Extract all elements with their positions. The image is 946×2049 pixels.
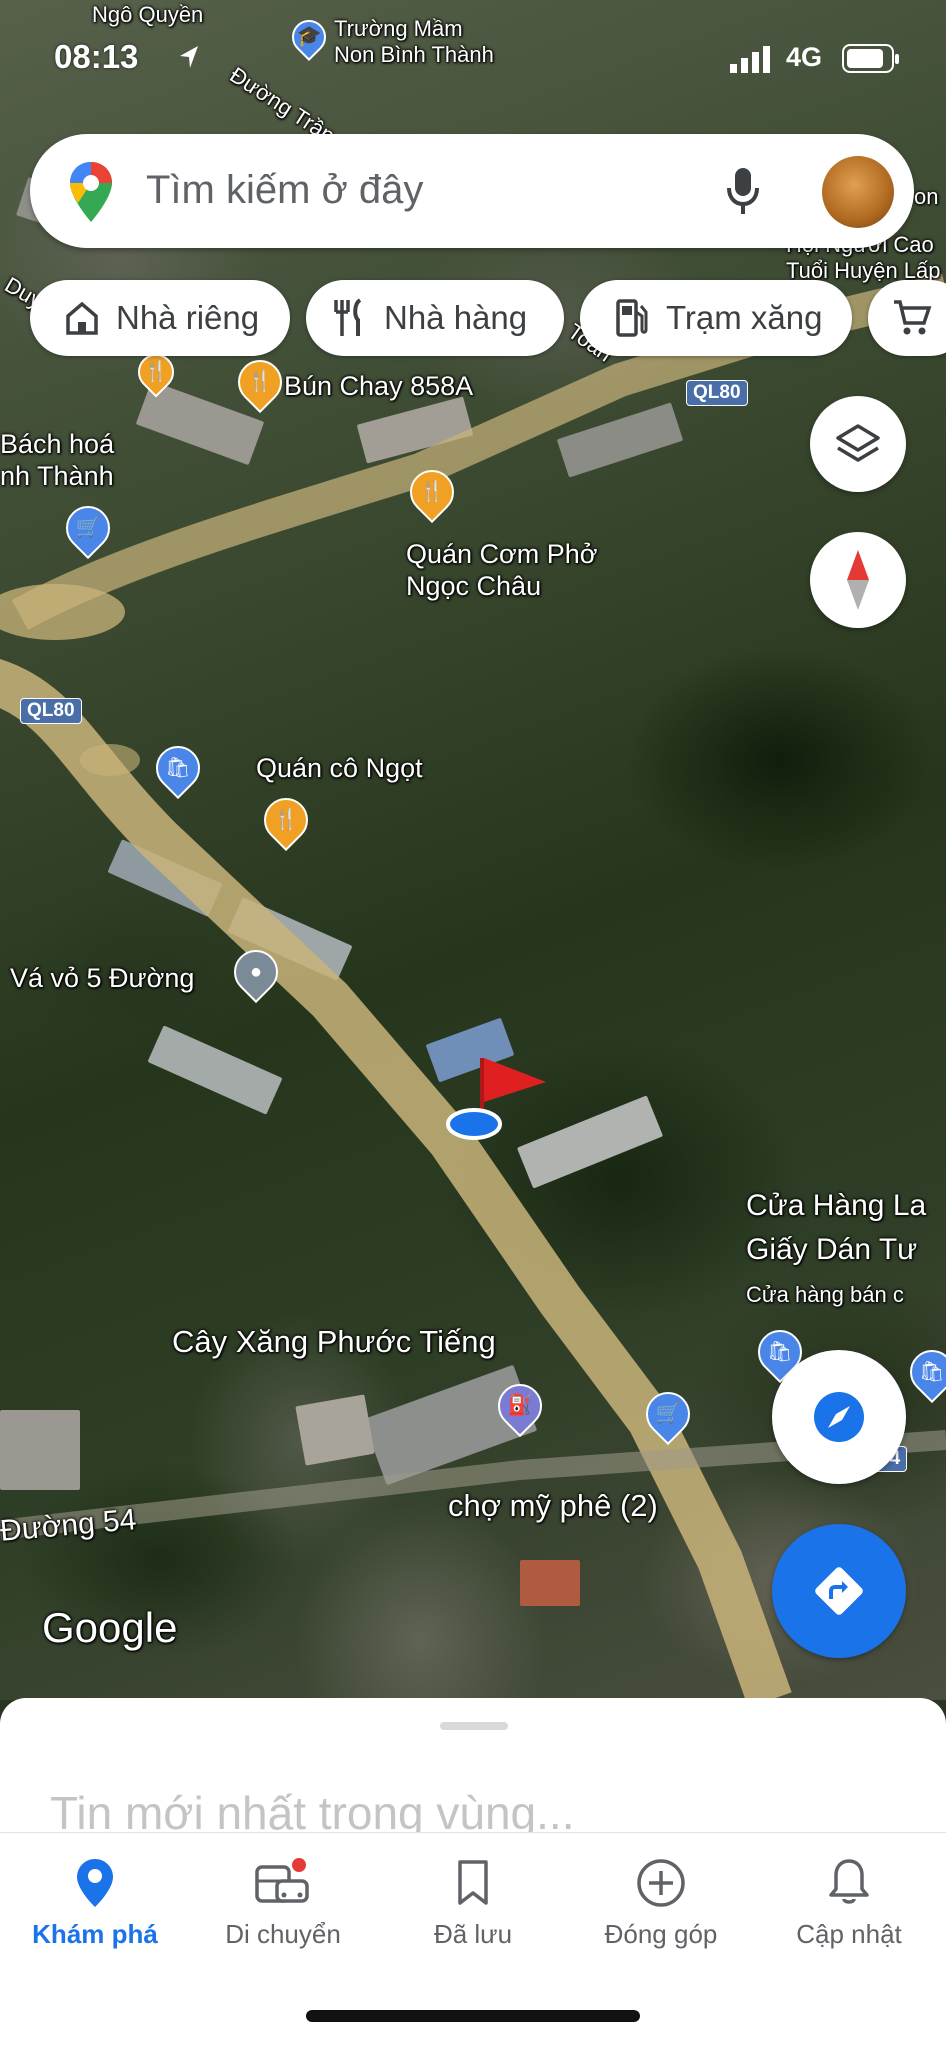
avatar[interactable]: [822, 156, 894, 228]
bookmark-icon: [378, 1853, 568, 1913]
network-type: 4G: [786, 42, 823, 72]
place-label: Bún Chay 858A: [284, 371, 474, 401]
compass-icon: [847, 550, 869, 610]
place-label: Bách hoá nh Thành: [0, 429, 115, 491]
dropped-pin-flag-icon[interactable]: [440, 1052, 550, 1142]
tab-label: Cập nhật: [796, 1919, 902, 1949]
explore-pin-icon: [0, 1853, 190, 1913]
bell-icon: [754, 1853, 944, 1913]
layers-button[interactable]: [810, 396, 906, 492]
chip-shopping[interactable]: [868, 280, 946, 356]
sheet-drag-handle[interactable]: [440, 1722, 508, 1730]
chip-label: Nhà riêng: [116, 299, 260, 336]
cart-icon: [890, 296, 934, 340]
my-location-button[interactable]: [772, 1350, 906, 1484]
layers-icon: [836, 424, 880, 462]
search-input[interactable]: Tìm kiếm ở đây: [146, 168, 423, 213]
directions-icon: [815, 1567, 863, 1615]
chip-restaurant[interactable]: Nhà hàng: [306, 280, 564, 356]
home-indicator[interactable]: [306, 2010, 640, 2022]
place-label: Quán Cơm Phở Ngọc Châu: [406, 539, 598, 601]
directions-button[interactable]: [772, 1524, 906, 1658]
home-icon: [60, 296, 104, 340]
navigation-compass-icon: [814, 1392, 864, 1442]
tab-contribute[interactable]: Đóng góp: [566, 1853, 756, 1950]
route-shield: QL80: [20, 698, 82, 724]
compass-button[interactable]: [810, 532, 906, 628]
signal-bars-icon: [730, 46, 770, 73]
microphone-icon[interactable]: [726, 166, 760, 216]
add-circle-icon: [566, 1853, 756, 1913]
place-label: Trường Mầm Non Bình Thành: [334, 16, 494, 67]
tab-explore[interactable]: Khám phá: [0, 1853, 190, 1950]
route-shield: QL80: [686, 380, 748, 406]
place-label: on: [914, 184, 939, 209]
place-label: Cửa hàng bán c: [746, 1282, 904, 1307]
tab-label: Di chuyển: [225, 1919, 341, 1949]
restaurant-icon: [328, 296, 372, 340]
commute-icon: [188, 1853, 378, 1913]
place-label: chợ mỹ phê (2): [448, 1488, 658, 1523]
tab-saved[interactable]: Đã lưu: [378, 1853, 568, 1950]
chip-gas-station[interactable]: Trạm xăng: [580, 280, 852, 356]
place-label: Giấy Dán Tư: [746, 1233, 918, 1266]
tab-commute[interactable]: Di chuyển: [188, 1853, 378, 1950]
chip-label: Trạm xăng: [666, 299, 823, 336]
gas-station-icon: [610, 296, 654, 340]
google-maps-logo-icon: [70, 162, 112, 222]
place-label: Cây Xăng Phước Tiếng: [172, 1324, 496, 1359]
tab-label: Đóng góp: [604, 1919, 718, 1949]
tab-label: Khám phá: [32, 1919, 158, 1949]
location-arrow-icon: [180, 46, 198, 68]
tab-label: Đã lưu: [433, 1919, 513, 1949]
google-logo: Google: [42, 1604, 178, 1651]
street-label: Ngô Quyền: [92, 2, 204, 27]
chip-home[interactable]: Nhà riêng: [30, 280, 290, 356]
place-label: Vá vỏ 5 Đường: [10, 963, 195, 993]
place-label: Quán cô Ngọt: [256, 753, 423, 783]
tab-updates[interactable]: Cập nhật: [754, 1853, 944, 1950]
place-label: Cửa Hàng La: [746, 1189, 927, 1222]
search-bar[interactable]: Tìm kiếm ở đây: [30, 134, 914, 248]
chip-label: Nhà hàng: [384, 299, 528, 336]
battery-icon: [842, 44, 899, 73]
status-time: 08:13: [54, 38, 139, 75]
